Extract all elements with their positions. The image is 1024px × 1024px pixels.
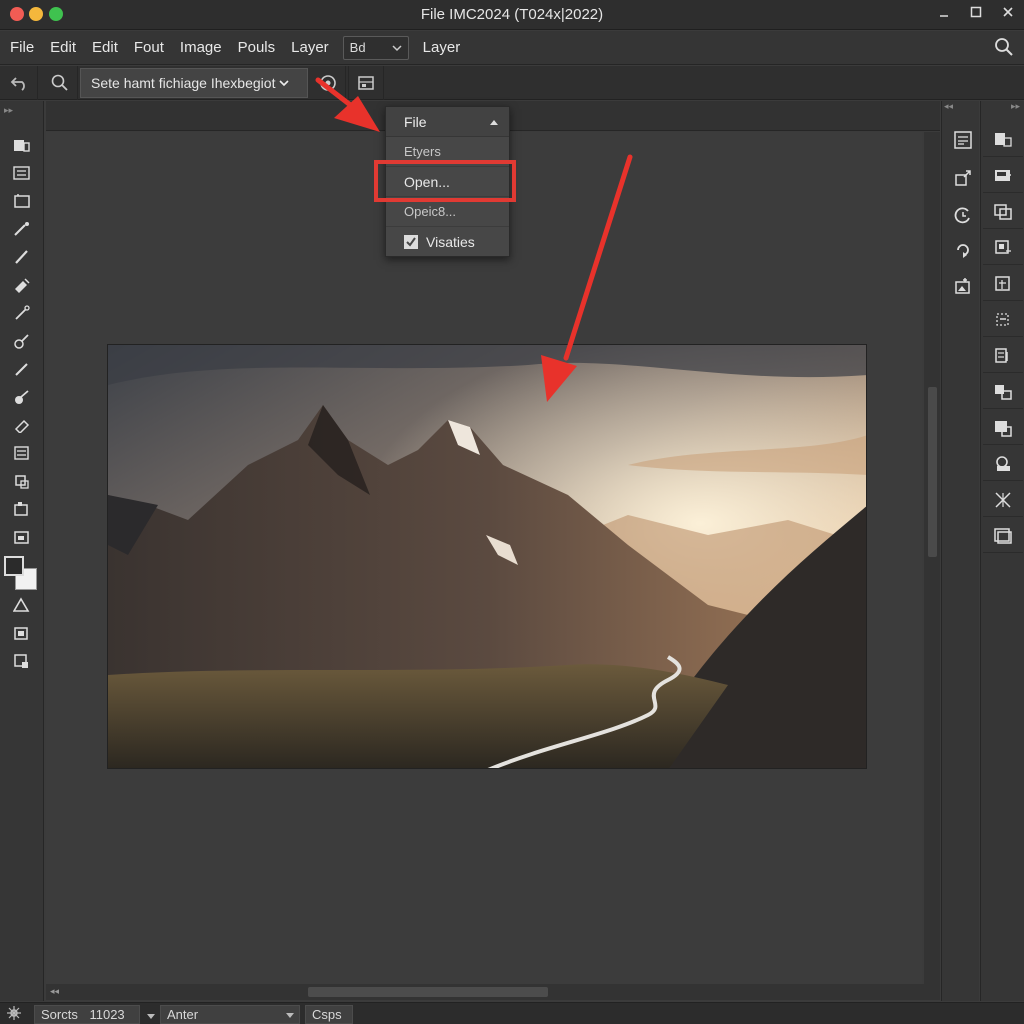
shape-tool-icon[interactable] [8,593,36,617]
magic-wand-icon[interactable] [8,217,36,241]
undo-icon[interactable] [2,66,38,100]
tools-panel: ▸▸ [0,101,44,1001]
properties-icon[interactable] [948,125,978,155]
hand-tool-icon[interactable] [8,621,36,645]
channels-icon[interactable] [983,231,1023,265]
collapse-icon[interactable]: ◂◂ [944,101,953,112]
menu-item-visaties[interactable]: Visaties [386,227,509,257]
path-select-icon[interactable] [8,525,36,549]
menu-layer-2[interactable]: Layer [423,39,461,56]
styles-icon[interactable] [983,411,1023,445]
navigator-icon[interactable] [983,447,1023,481]
add-layer-icon[interactable] [983,159,1023,193]
document-info-select[interactable]: Anter [160,1005,300,1024]
zoom-tool-icon[interactable] [8,649,36,673]
workspace-select[interactable]: Bd [342,35,409,60]
photo-editor-window: File IMC2024 (T024x|2022) File Edit Edit… [0,0,1024,1024]
image-panel-icon[interactable] [348,66,384,100]
options-bar: Sete hamt fichiage Ihexbegiot [0,66,1024,100]
menu-item-label: Etyers [404,144,441,159]
document-info-value: Anter [167,1007,199,1022]
swatches-icon[interactable] [983,375,1023,409]
move-tool-icon[interactable] [8,133,36,157]
chevron-down-icon[interactable] [146,1008,156,1023]
transform-icon[interactable] [983,303,1023,337]
layer-comps-icon[interactable] [983,339,1023,373]
image-icon[interactable] [948,271,978,301]
brush-tool-icon[interactable] [8,245,36,269]
tool-preset-value: Sete hamt fichiage Ihexbegiot [91,75,276,91]
close-icon[interactable] [992,0,1024,24]
horizontal-scrollbar[interactable]: ◂◂ [46,984,940,1000]
duplicate-icon[interactable] [983,195,1023,229]
history-icon[interactable] [948,200,978,230]
paths-icon[interactable] [983,267,1023,301]
menu-item-label: Visaties [426,234,475,250]
text-tool-icon[interactable] [8,441,36,465]
zoom-label: Sorcts [41,1007,78,1022]
expand-icon[interactable]: ▸▸ [1011,101,1020,112]
workspace-select-value: Bd [349,40,366,55]
horizontal-scroll-thumb[interactable] [308,987,548,997]
mountain-photo[interactable] [107,344,867,769]
layers-icon[interactable] [983,123,1023,157]
menu-layer[interactable]: Layer [291,39,329,56]
dropdown-header-label: File [404,113,427,130]
vertical-scroll-thumb[interactable] [928,387,937,557]
status-button-label: Csps [312,1007,342,1022]
panel-dock-b: ▸▸ [980,101,1024,1001]
clone-stamp-icon[interactable] [8,329,36,353]
paint-bucket-icon[interactable] [8,413,36,437]
vertical-scrollbar[interactable] [924,132,940,984]
menu-file[interactable]: File [10,39,34,56]
refresh-icon[interactable] [948,235,978,265]
healing-brush-icon[interactable] [8,273,36,297]
foreground-color-swatch[interactable] [4,556,24,576]
chevron-down-icon [286,1013,294,1018]
pencil-tool-icon[interactable] [8,357,36,381]
eraser-icon[interactable] [8,385,36,409]
zoom-icon[interactable] [42,66,78,100]
open-highlight-box [374,160,516,202]
lasso-tool-icon[interactable] [8,189,36,213]
crop-tool-icon[interactable] [8,469,36,493]
menu-image[interactable]: Image [180,39,222,56]
tool-preset-select[interactable]: Sete hamt fichiage Ihexbegiot [80,68,308,98]
scroll-left-icon[interactable]: ◂◂ [50,986,59,997]
menu-edit[interactable]: Edit [50,39,76,56]
menu-edit-2[interactable]: Edit [92,39,118,56]
marquee-tool-icon[interactable] [8,161,36,185]
chevron-down-icon [279,80,290,87]
checkbox-checked-icon[interactable] [404,235,418,249]
status-settings-icon[interactable] [6,1005,22,1024]
panel-dock-a: ◂◂ [941,101,979,1001]
menu-fout[interactable]: Fout [134,39,164,56]
title-bar: File IMC2024 (T024x|2022) [0,0,1024,30]
minimize-icon[interactable] [928,0,960,24]
menu-pouls[interactable]: Pouls [238,39,276,56]
menu-bar: File Edit Edit Fout Image Pouls Layer Bd… [0,31,1024,65]
menu-item-label: Opeic8... [404,204,457,219]
zoom-field[interactable]: Sorcts 11023 [34,1005,140,1024]
settings-icon[interactable] [310,66,346,100]
zoom-value: 11023 [89,1007,125,1022]
window-title: File IMC2024 (T024x|2022) [420,6,604,23]
maximize-icon[interactable] [960,0,992,24]
status-bar: Sorcts 11023 Anter Csps [0,1002,1024,1024]
info-icon[interactable] [983,483,1023,517]
collapse-icon[interactable]: ▸▸ [4,105,13,116]
eyedropper-icon[interactable] [8,301,36,325]
adjust-icon[interactable] [948,163,978,193]
dropdown-header[interactable]: File [386,107,509,137]
chevron-down-icon [392,44,402,51]
artboard-icon[interactable] [983,519,1023,553]
chevron-up-icon [490,119,498,125]
status-button[interactable]: Csps [305,1005,353,1024]
frame-tool-icon[interactable] [8,497,36,521]
search-icon[interactable] [994,37,1014,57]
